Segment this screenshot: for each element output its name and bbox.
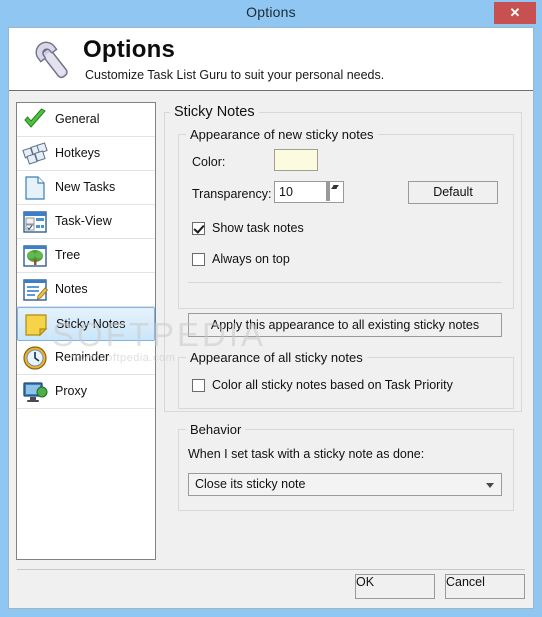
transparency-label: Transparency:	[192, 187, 272, 201]
page-subheading: Customize Task List Guru to suit your pe…	[85, 68, 385, 82]
dialog-body: Options Customize Task List Guru to suit…	[8, 27, 534, 609]
checkbox-box	[192, 222, 205, 235]
page-heading: Options	[83, 36, 176, 63]
sidebar-item-hotkeys[interactable]: Hotkeys	[17, 137, 155, 171]
transparency-stepper[interactable]: 10	[274, 181, 344, 203]
sidebar-item-label: Reminder	[55, 350, 110, 364]
done-behavior-value: Close its sticky note	[195, 477, 306, 491]
sidebar-item-label: New Tasks	[55, 180, 116, 194]
transparency-value: 10	[279, 185, 293, 199]
notes-pencil-icon	[23, 279, 48, 301]
transparency-spin-buttons	[326, 182, 342, 201]
sidebar-item-task-view[interactable]: Task-View	[17, 205, 155, 239]
checkbox-label: Always on top	[212, 252, 290, 266]
options-window: Options ✕ Options Customize Task List Gu…	[0, 0, 542, 617]
color-label: Color:	[192, 155, 226, 169]
wrench-icon	[35, 41, 68, 79]
default-button[interactable]: Default	[408, 181, 498, 204]
checkbox-label: Show task notes	[212, 221, 304, 235]
divider	[188, 282, 502, 283]
keyboard-keys-icon	[22, 142, 48, 165]
title-bar: Options ✕	[0, 0, 542, 27]
color-swatch[interactable]	[274, 149, 318, 171]
chevron-down-icon	[486, 483, 494, 488]
sticky-note-icon	[25, 314, 48, 337]
checkbox-box	[192, 253, 205, 266]
behavior-group-title: Behavior	[186, 422, 246, 437]
sidebar-item-general[interactable]: General	[17, 103, 155, 137]
new-notes-group-title: Appearance of new sticky notes	[186, 127, 378, 142]
dialog-header: Options Customize Task List Guru to suit…	[9, 28, 533, 91]
behavior-prompt: When I set task with a sticky note as do…	[188, 447, 425, 461]
sidebar-item-label: Tree	[55, 248, 81, 262]
monitor-icon	[23, 382, 48, 402]
sidebar: General Hotkeys New Tasks Task-View Tree…	[16, 102, 156, 560]
sidebar-item-reminder[interactable]: Reminder	[17, 341, 155, 375]
tree-icon	[23, 245, 47, 267]
sidebar-item-label: Notes	[55, 282, 88, 296]
done-behavior-select[interactable]: Close its sticky note	[188, 473, 502, 496]
sticky-notes-group-title: Sticky Notes	[170, 104, 259, 120]
all-notes-group-title: Appearance of all sticky notes	[186, 350, 367, 365]
cancel-button[interactable]: Cancel	[445, 574, 525, 599]
sidebar-item-label: Sticky Notes	[56, 317, 126, 331]
checkbox-box	[192, 379, 205, 392]
sidebar-item-label: Hotkeys	[55, 146, 101, 160]
checkbox-label: Color all sticky notes based on Task Pri…	[212, 378, 453, 392]
task-view-icon	[23, 211, 47, 233]
apply-appearance-button[interactable]: Apply this appearance to all existing st…	[188, 313, 502, 337]
window-title: Options	[246, 4, 296, 20]
clock-icon	[23, 346, 47, 370]
sidebar-item-proxy[interactable]: Proxy	[17, 375, 155, 409]
sidebar-item-sticky-notes[interactable]: Sticky Notes	[17, 307, 155, 341]
footer-divider	[17, 569, 525, 570]
behavior-group	[178, 429, 514, 511]
sidebar-item-notes[interactable]: Notes	[17, 273, 155, 307]
close-icon[interactable]: ✕	[494, 2, 536, 24]
sidebar-item-label: Task-View	[55, 214, 112, 228]
sidebar-item-new-tasks[interactable]: New Tasks	[17, 171, 155, 205]
green-check-icon	[24, 108, 46, 128]
sidebar-item-tree[interactable]: Tree	[17, 239, 155, 273]
document-icon	[25, 176, 45, 200]
main-content: Sticky Notes Appearance of new sticky no…	[164, 102, 526, 560]
sidebar-item-label: Proxy	[55, 384, 87, 398]
spin-down-icon[interactable]	[328, 182, 339, 201]
sidebar-item-label: General	[55, 112, 100, 126]
ok-button[interactable]: OK	[355, 574, 435, 599]
